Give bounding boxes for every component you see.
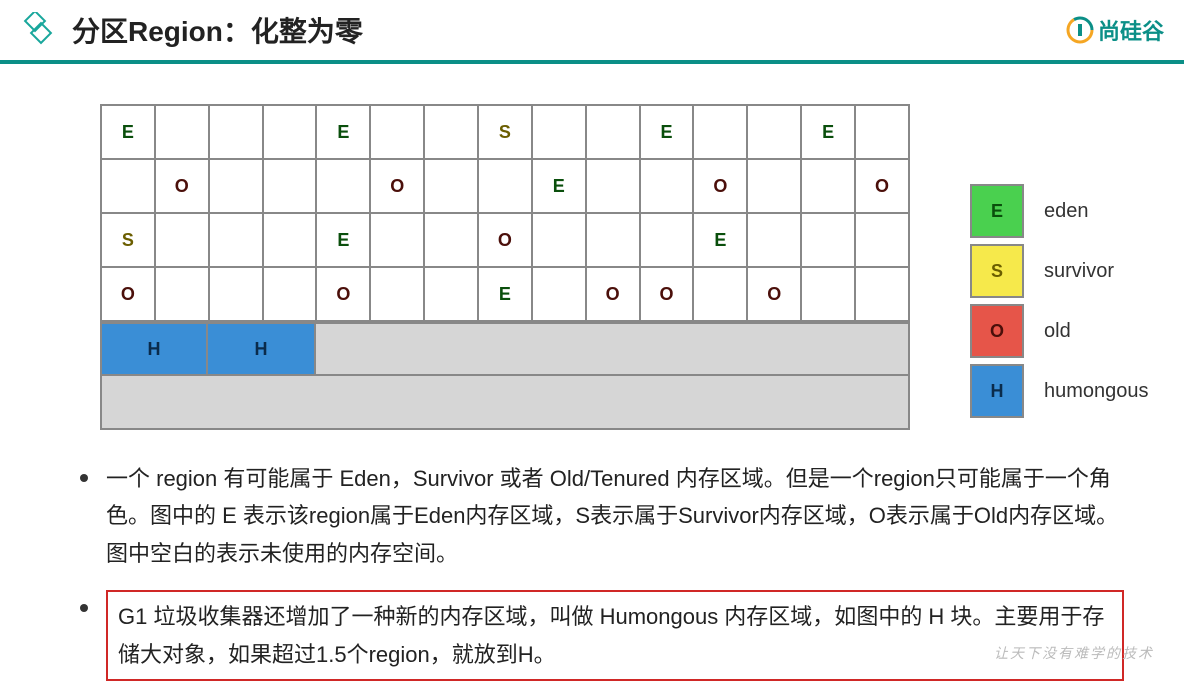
region-cell xyxy=(586,105,640,159)
legend-row: Eeden xyxy=(970,184,1149,238)
region-cell xyxy=(209,213,263,267)
page-title: 分区Region：化整为零 xyxy=(72,10,1066,50)
legend-label: eden xyxy=(1044,200,1089,223)
region-cell: O xyxy=(155,159,209,213)
region-cell xyxy=(370,105,424,159)
region-cell xyxy=(424,105,478,159)
watermark: 让天下没有难学的技术 xyxy=(994,643,1154,663)
bullet-text: 一个 region 有可能属于 Eden，Survivor 或者 Old/Ten… xyxy=(106,460,1124,572)
region-cell xyxy=(801,213,855,267)
region-cell: E xyxy=(532,159,586,213)
legend-label: humongous xyxy=(1044,380,1149,403)
legend-label: survivor xyxy=(1044,260,1114,283)
region-cell xyxy=(155,267,209,321)
region-cell xyxy=(855,213,909,267)
region-cell xyxy=(424,213,478,267)
region-cell: O xyxy=(316,267,370,321)
region-cell xyxy=(263,267,317,321)
region-cell xyxy=(155,105,209,159)
region-cell xyxy=(855,105,909,159)
bullet-dot-icon xyxy=(80,474,88,482)
region-cell xyxy=(532,105,586,159)
region-cell: O xyxy=(640,267,694,321)
diamond-icon xyxy=(20,12,56,48)
humongous-row: HH xyxy=(100,322,910,376)
region-cell xyxy=(747,213,801,267)
brand-text: 尚硅谷 xyxy=(1098,14,1164,46)
region-cell xyxy=(263,105,317,159)
region-cell xyxy=(478,159,532,213)
region-cell xyxy=(424,159,478,213)
legend-row: Ssurvivor xyxy=(970,244,1149,298)
region-grid-wrap: EESEEOOEOOSEOEOOEOOO HH xyxy=(100,104,910,430)
region-cell xyxy=(801,159,855,213)
bullet-item: 一个 region 有可能属于 Eden，Survivor 或者 Old/Ten… xyxy=(80,460,1124,572)
region-cell: E xyxy=(316,213,370,267)
diagram-area: EESEEOOEOOSEOEOOEOOO HH EedenSsurvivorOo… xyxy=(0,64,1184,450)
bullet-text: G1 垃圾收集器还增加了一种新的内存区域，叫做 Humongous 内存区域，如… xyxy=(106,590,1124,681)
region-cell xyxy=(801,267,855,321)
region-cell xyxy=(586,159,640,213)
bullet-dot-icon xyxy=(80,604,88,612)
region-cell xyxy=(855,267,909,321)
region-cell xyxy=(693,105,747,159)
region-cell xyxy=(532,267,586,321)
region-cell: E xyxy=(478,267,532,321)
region-cell: O xyxy=(101,267,155,321)
legend-swatch: E xyxy=(970,184,1024,238)
humongous-cell: H xyxy=(208,322,316,376)
region-cell: E xyxy=(801,105,855,159)
region-cell: E xyxy=(101,105,155,159)
region-cell xyxy=(532,213,586,267)
region-cell xyxy=(424,267,478,321)
legend-row: Hhumongous xyxy=(970,364,1149,418)
legend-swatch: H xyxy=(970,364,1024,418)
legend: Eeden Ssurvivor Oold Hhumongous xyxy=(970,184,1149,424)
region-cell xyxy=(263,159,317,213)
region-cell xyxy=(101,159,155,213)
region-cell xyxy=(370,213,424,267)
unused-cell xyxy=(316,322,910,376)
brand-logo: 尚硅谷 xyxy=(1066,14,1164,46)
region-cell: S xyxy=(101,213,155,267)
region-cell: O xyxy=(478,213,532,267)
legend-swatch: O xyxy=(970,304,1024,358)
region-cell xyxy=(209,159,263,213)
unused-gray-area xyxy=(100,376,910,430)
region-cell xyxy=(747,105,801,159)
region-cell: E xyxy=(316,105,370,159)
region-cell xyxy=(586,213,640,267)
region-cell: O xyxy=(747,267,801,321)
region-cell: O xyxy=(370,159,424,213)
region-grid: EESEEOOEOOSEOEOOEOOO xyxy=(100,104,910,322)
header: 分区Region：化整为零 尚硅谷 xyxy=(0,0,1184,64)
region-cell: O xyxy=(855,159,909,213)
region-cell: O xyxy=(693,159,747,213)
region-cell xyxy=(263,213,317,267)
region-cell xyxy=(640,159,694,213)
region-cell xyxy=(209,267,263,321)
humongous-cell: H xyxy=(100,322,208,376)
region-cell: O xyxy=(586,267,640,321)
region-cell xyxy=(747,159,801,213)
region-cell xyxy=(316,159,370,213)
region-cell: S xyxy=(478,105,532,159)
region-cell: E xyxy=(693,213,747,267)
bullet-item: G1 垃圾收集器还增加了一种新的内存区域，叫做 Humongous 内存区域，如… xyxy=(80,590,1124,681)
legend-swatch: S xyxy=(970,244,1024,298)
region-cell xyxy=(640,213,694,267)
region-cell: E xyxy=(640,105,694,159)
region-cell xyxy=(370,267,424,321)
legend-row: Oold xyxy=(970,304,1149,358)
region-cell xyxy=(693,267,747,321)
legend-label: old xyxy=(1044,320,1071,343)
region-cell xyxy=(155,213,209,267)
region-cell xyxy=(209,105,263,159)
